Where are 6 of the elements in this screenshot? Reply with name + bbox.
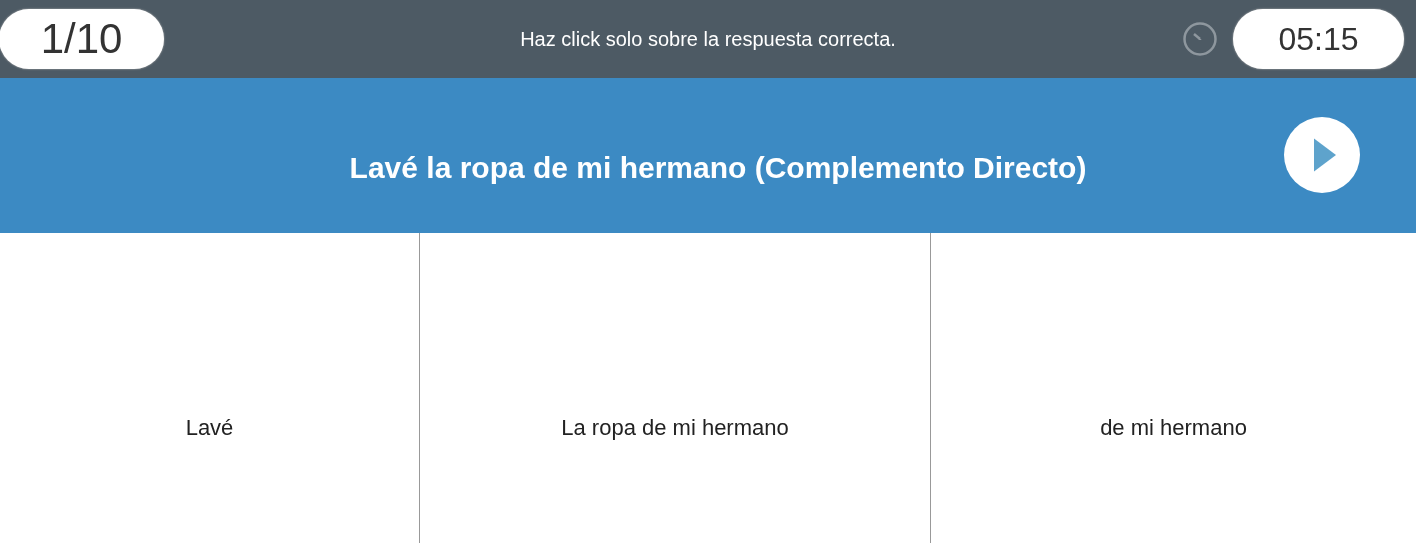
clock-icon bbox=[1182, 21, 1218, 57]
timer: 05:15 bbox=[1233, 9, 1404, 69]
question-counter: 1/10 bbox=[0, 9, 164, 69]
play-icon bbox=[1314, 138, 1336, 172]
instruction-text: Haz click solo sobre la respuesta correcta. bbox=[519, 27, 897, 51]
question-text: Lavé la ropa de mi hermano (Complemento Directo) bbox=[349, 150, 1087, 185]
